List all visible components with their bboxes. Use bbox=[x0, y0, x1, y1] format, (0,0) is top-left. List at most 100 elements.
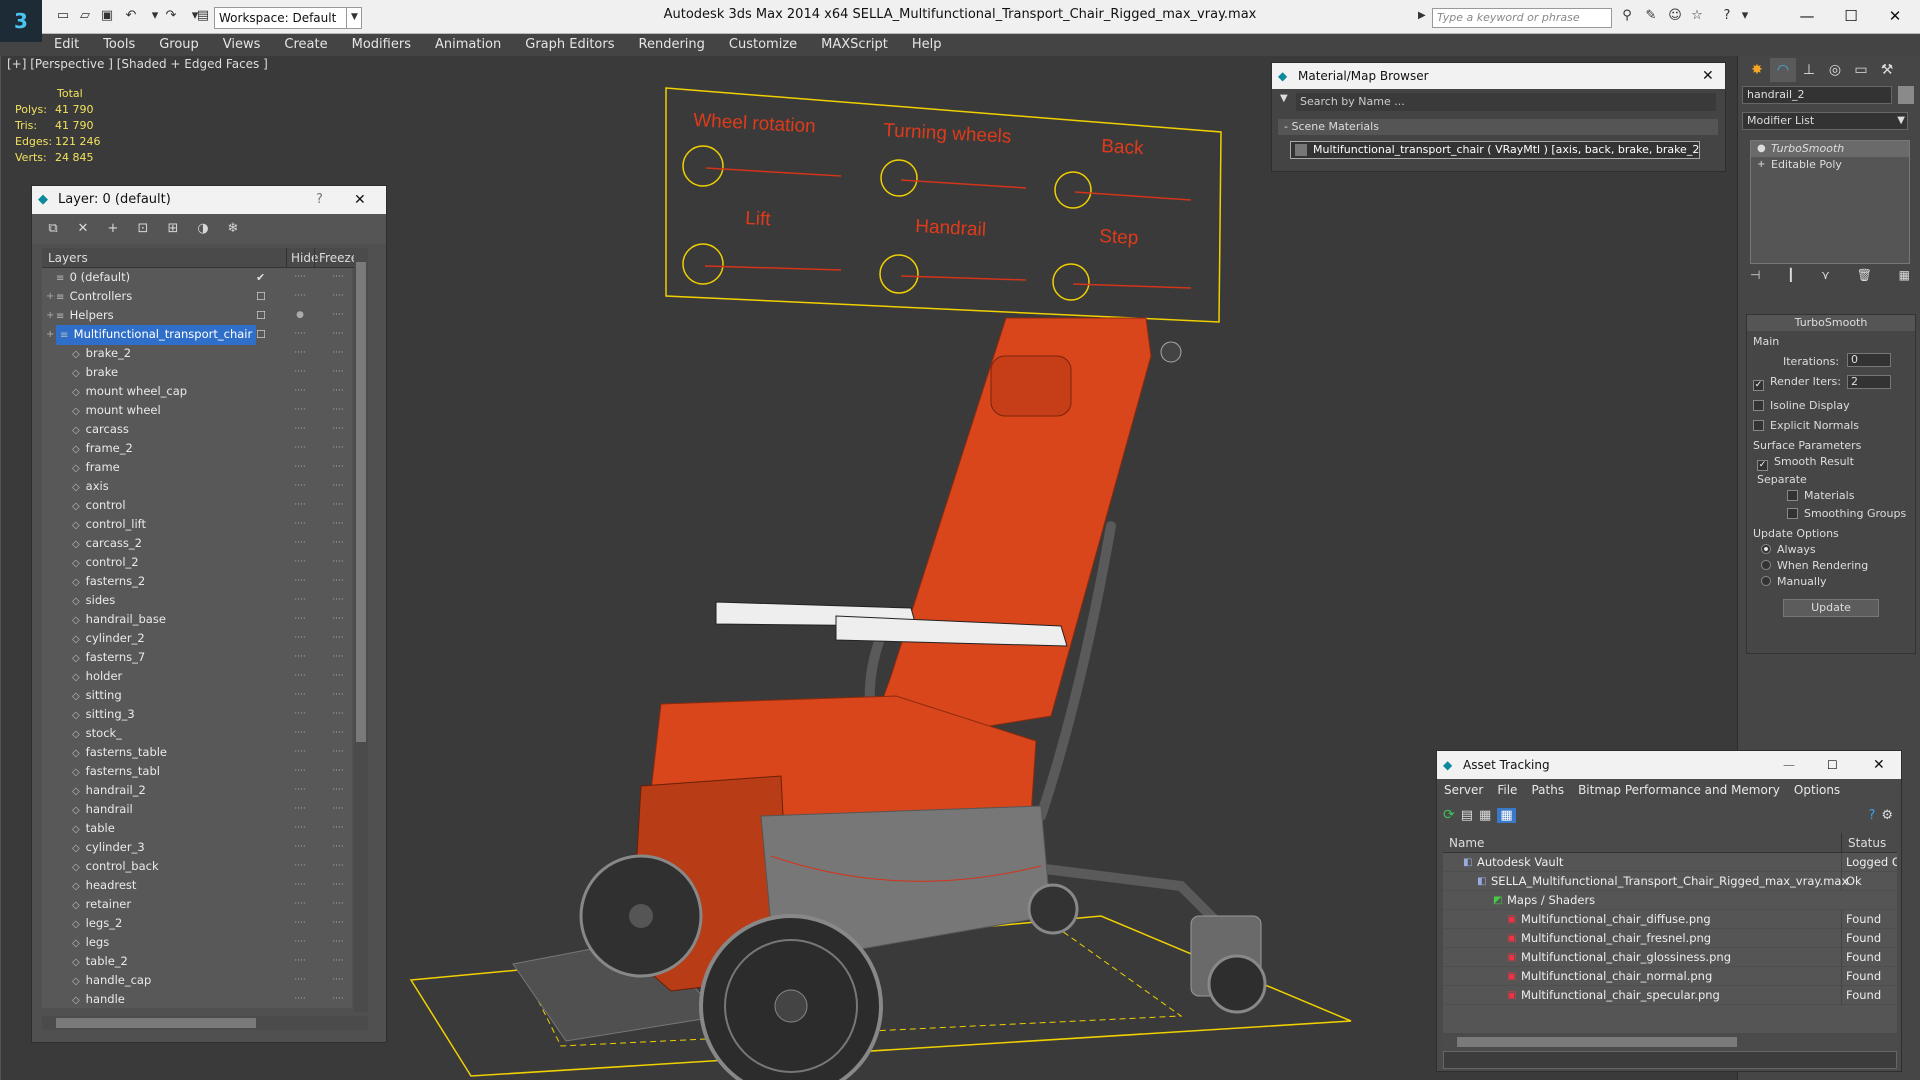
asset-minimize-button[interactable]: — bbox=[1783, 751, 1795, 779]
freeze-toggle[interactable]: ···· bbox=[330, 363, 346, 382]
hide-toggle[interactable]: ···· bbox=[292, 705, 308, 724]
modify-tab-icon[interactable]: ◠ bbox=[1770, 58, 1796, 82]
status-column-header[interactable]: Status bbox=[1841, 833, 1897, 853]
freeze-toggle[interactable]: ···· bbox=[330, 648, 346, 667]
freeze-toggle[interactable]: ···· bbox=[330, 420, 346, 439]
freeze-toggle[interactable]: ···· bbox=[330, 268, 346, 287]
freeze-toggle[interactable]: ···· bbox=[330, 572, 346, 591]
layer-row[interactable]: ◇ fasterns_tabl ···· ···· bbox=[42, 762, 352, 781]
layer-label[interactable]: ◇ stock_ bbox=[72, 724, 122, 744]
render-iters-spinner[interactable]: 2 bbox=[1847, 375, 1891, 389]
remove-modifier-icon[interactable]: 🗑 bbox=[1857, 268, 1872, 288]
grid-view-icon[interactable]: ▦ bbox=[1497, 807, 1516, 823]
list-view-icon[interactable]: ▤ bbox=[1461, 808, 1473, 823]
freeze-toggle[interactable]: ···· bbox=[330, 933, 346, 952]
star-icon[interactable]: ☆ bbox=[1688, 8, 1706, 24]
layer-label[interactable]: ◇ sides bbox=[72, 591, 115, 611]
freeze-toggle[interactable]: ···· bbox=[330, 287, 346, 306]
layer-row[interactable]: ◇ handrail_2 ···· ···· bbox=[42, 781, 352, 800]
object-color-swatch[interactable] bbox=[1898, 86, 1914, 104]
layer-label[interactable]: ◇ retainer bbox=[72, 895, 131, 915]
hide-toggle[interactable]: ···· bbox=[292, 268, 308, 287]
menu-rendering[interactable]: Rendering bbox=[627, 34, 717, 56]
freeze-toggle[interactable]: ···· bbox=[330, 857, 346, 876]
freeze-toggle[interactable]: ···· bbox=[330, 762, 346, 781]
create-tab-icon[interactable]: ✸ bbox=[1744, 58, 1770, 82]
hide-toggle[interactable]: ···· bbox=[292, 287, 308, 306]
layer-row[interactable]: ◇ legs_2 ···· ···· bbox=[42, 914, 352, 933]
refresh-icon[interactable]: ⟳ bbox=[1443, 807, 1455, 823]
layer-row[interactable]: ◇ holder ···· ···· bbox=[42, 667, 352, 686]
layer-label[interactable]: ◇ legs_2 bbox=[72, 914, 122, 934]
layer-label[interactable]: ◇ brake_2 bbox=[72, 344, 131, 364]
layer-row[interactable]: ◇ control_lift ···· ···· bbox=[42, 515, 352, 534]
hide-toggle[interactable]: ···· bbox=[292, 914, 308, 933]
layer-row[interactable]: ◇ stock_ ···· ···· bbox=[42, 724, 352, 743]
layer-row[interactable]: ◇ handle_cap ···· ···· bbox=[42, 971, 352, 990]
layer-label[interactable]: ◇ cylinder_3 bbox=[72, 838, 145, 858]
layer-label[interactable]: ◇ handle bbox=[72, 990, 125, 1008]
menu-create[interactable]: Create bbox=[272, 34, 339, 56]
layer-row[interactable]: ◇ fasterns_7 ···· ···· bbox=[42, 648, 352, 667]
freeze-toggle[interactable]: ···· bbox=[330, 534, 346, 553]
asset-row[interactable]: ▣ Multifunctional_chair_diffuse.png Found bbox=[1443, 910, 1897, 929]
menu-graph-editors[interactable]: Graph Editors bbox=[513, 34, 626, 56]
hide-toggle[interactable]: ···· bbox=[292, 591, 308, 610]
hide-toggle[interactable]: ···· bbox=[292, 553, 308, 572]
isoline-display-checkbox[interactable]: Isoline Display bbox=[1753, 399, 1850, 413]
layer-row[interactable]: ◇ mount wheel ···· ···· bbox=[42, 401, 352, 420]
hide-toggle[interactable]: ···· bbox=[292, 363, 308, 382]
hide-toggle[interactable]: ···· bbox=[292, 781, 308, 800]
layer-label[interactable]: ◇ control bbox=[72, 496, 126, 516]
lightbulb-icon[interactable]: ● bbox=[292, 306, 308, 325]
hide-toggle[interactable]: ···· bbox=[292, 952, 308, 971]
layer-row[interactable]: ◇ cylinder_2 ···· ···· bbox=[42, 629, 352, 648]
layer-label[interactable]: ◇ axis bbox=[72, 477, 109, 497]
layer-row[interactable]: + ≡ Multifunctional_transport_chair ☐ ···· ·… bbox=[42, 325, 352, 345]
lightbulb-icon[interactable]: ● bbox=[1757, 141, 1766, 157]
hide-toggle[interactable]: ···· bbox=[292, 819, 308, 838]
help-dropdown-icon[interactable]: ▾ bbox=[1736, 8, 1754, 24]
layer-row[interactable]: ◇ headrest ···· ···· bbox=[42, 876, 352, 895]
freeze-column-header[interactable]: Freeze bbox=[314, 248, 358, 268]
layer-label[interactable]: ◇ handrail bbox=[72, 800, 133, 820]
layer-label[interactable]: ◇ legs bbox=[72, 933, 109, 953]
asset-close-button[interactable]: ✕ bbox=[1873, 751, 1885, 779]
layer-row[interactable]: ◇ sitting_3 ···· ···· bbox=[42, 705, 352, 724]
expand-icon[interactable]: + bbox=[46, 287, 54, 306]
configure-sets-icon[interactable]: ▦ bbox=[1899, 268, 1910, 288]
undo-icon[interactable]: ↶ bbox=[122, 8, 140, 24]
layer-label[interactable]: ◇ control_lift bbox=[72, 515, 146, 535]
menu-help[interactable]: Help bbox=[900, 34, 954, 56]
explicit-normals-checkbox[interactable]: Explicit Normals bbox=[1753, 419, 1859, 433]
asset-row[interactable]: ◩ Maps / Shaders bbox=[1443, 891, 1897, 910]
hide-toggle[interactable]: ···· bbox=[292, 838, 308, 857]
expand-arrow-icon[interactable]: ▶ bbox=[1418, 10, 1426, 21]
freeze-all-layers-icon[interactable]: ❄ bbox=[220, 218, 246, 240]
layer-label[interactable]: ◇ headrest bbox=[72, 876, 136, 896]
layer-row[interactable]: ◇ handrail_base ···· ···· bbox=[42, 610, 352, 629]
binoculars-icon[interactable]: ⚲ bbox=[1618, 8, 1636, 24]
set-current-layer-checkbox[interactable]: ☐ bbox=[256, 287, 266, 306]
freeze-toggle[interactable]: ···· bbox=[330, 515, 346, 534]
hide-toggle[interactable]: ···· bbox=[292, 496, 308, 515]
help-icon[interactable]: ? bbox=[1718, 8, 1736, 24]
layer-label[interactable]: ◇ table bbox=[72, 819, 115, 839]
layers-column-header[interactable]: Layers bbox=[48, 248, 88, 268]
freeze-toggle[interactable]: ···· bbox=[330, 705, 346, 724]
hide-toggle[interactable]: ···· bbox=[292, 971, 308, 990]
expand-plus-icon[interactable]: + bbox=[1757, 157, 1765, 173]
scene-materials-group[interactable]: - Scene Materials bbox=[1278, 119, 1718, 135]
layer-row[interactable]: ◇ control_back ···· ···· bbox=[42, 857, 352, 876]
layer-row[interactable]: ◇ handle ···· ···· bbox=[42, 990, 352, 1008]
name-column-header[interactable]: Name bbox=[1449, 833, 1484, 853]
modifier-list-dropdown[interactable]: Modifier List ▼ bbox=[1742, 112, 1908, 130]
hide-all-layers-icon[interactable]: ◑ bbox=[190, 218, 216, 240]
iterations-spinner[interactable]: 0 bbox=[1847, 353, 1891, 367]
hide-toggle[interactable]: ···· bbox=[292, 515, 308, 534]
asset-maximize-button[interactable]: ☐ bbox=[1827, 751, 1838, 779]
object-name-field[interactable]: handrail_2 bbox=[1742, 86, 1892, 104]
hide-toggle[interactable]: ···· bbox=[292, 477, 308, 496]
layer-label[interactable]: ◇ frame bbox=[72, 458, 120, 478]
layer-row[interactable]: ◇ brake_2 ···· ···· bbox=[42, 344, 352, 363]
